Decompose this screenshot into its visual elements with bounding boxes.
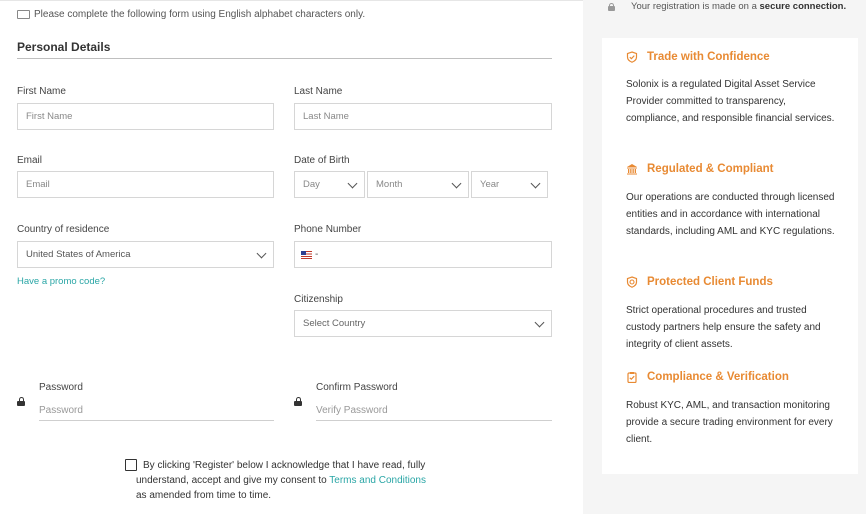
consent-line-2: understand, accept and give my consent t… bbox=[136, 475, 330, 486]
country-value: United States of America bbox=[26, 249, 131, 260]
country-code-dropdown[interactable]: - bbox=[315, 249, 318, 260]
confirm-password-placeholder: Verify Password bbox=[316, 405, 388, 416]
clipboard-check-icon bbox=[627, 372, 637, 383]
chevron-down-icon bbox=[256, 248, 267, 258]
feature-title-regulated: Regulated & Compliant bbox=[627, 163, 774, 175]
section-divider bbox=[17, 58, 552, 59]
shield-check-icon bbox=[626, 51, 638, 63]
feature-title-protected: Protected Client Funds bbox=[626, 276, 773, 288]
first-name-placeholder: First Name bbox=[26, 111, 73, 122]
password-placeholder: Password bbox=[39, 405, 83, 416]
citizenship-select[interactable]: Select Country bbox=[294, 310, 552, 337]
feature-desc: Robust KYC, AML, and transaction monitor… bbox=[626, 400, 833, 445]
notice-text: Please complete the following form using… bbox=[34, 9, 366, 20]
phone-label: Phone Number bbox=[294, 224, 362, 235]
chevron-down-icon bbox=[530, 178, 541, 188]
secure-bold: secure connection. bbox=[759, 1, 847, 12]
consent-line-1: By clicking 'Register' below I acknowled… bbox=[143, 460, 426, 471]
notice: Please complete the following form using… bbox=[17, 9, 365, 20]
feature-title-text: Regulated & Compliant bbox=[647, 163, 774, 175]
email-input[interactable]: Email bbox=[17, 171, 274, 198]
dob-month-value: Month bbox=[376, 179, 403, 190]
chevron-down-icon bbox=[534, 317, 545, 327]
section-title: Personal Details bbox=[17, 40, 111, 54]
shield-coin-icon bbox=[626, 276, 638, 288]
keyboard-icon bbox=[17, 10, 30, 19]
first-name-input[interactable]: First Name bbox=[17, 103, 274, 130]
lock-icon bbox=[294, 397, 302, 406]
email-label: Email bbox=[17, 155, 43, 166]
dob-year-value: Year bbox=[480, 179, 500, 190]
confirm-password-input[interactable]: Verify Password bbox=[316, 401, 552, 421]
country-select[interactable]: United States of America bbox=[17, 241, 274, 268]
feature-title-text: Trade with Confidence bbox=[647, 51, 770, 63]
chevron-down-icon bbox=[347, 178, 358, 188]
bank-icon bbox=[627, 164, 637, 175]
password-input[interactable]: Password bbox=[39, 401, 274, 421]
confirm-password-label: Confirm Password bbox=[316, 382, 398, 393]
phone-input[interactable]: - bbox=[294, 241, 552, 268]
lock-icon bbox=[17, 397, 25, 406]
dob-month-select[interactable]: Month bbox=[367, 171, 469, 198]
last-name-label: Last Name bbox=[294, 86, 343, 97]
last-name-placeholder: Last Name bbox=[303, 111, 349, 122]
promo-code-link[interactable]: Have a promo code? bbox=[17, 276, 105, 287]
feature-title-confidence: Trade with Confidence bbox=[626, 51, 770, 63]
dob-year-select[interactable]: Year bbox=[471, 171, 548, 198]
feature-title-text: Protected Client Funds bbox=[647, 276, 773, 288]
feature-title-text: Compliance & Verification bbox=[647, 371, 789, 383]
consent-text: By clicking 'Register' below I acknowled… bbox=[136, 458, 466, 503]
lock-icon bbox=[608, 2, 615, 11]
secure-prefix: Your registration is made on a bbox=[631, 1, 757, 12]
feature-desc: Solonix is a regulated Digital Asset Ser… bbox=[626, 79, 835, 124]
first-name-label: First Name bbox=[17, 86, 66, 97]
secure-connection-notice: Your registration is made on a secure co… bbox=[608, 1, 846, 12]
top-divider bbox=[0, 0, 583, 1]
chevron-down-icon bbox=[451, 178, 462, 188]
terms-link[interactable]: Terms and Conditions bbox=[329, 475, 426, 486]
dob-day-value: Day bbox=[303, 179, 320, 190]
consent-line-3: as amended from time to time. bbox=[136, 490, 272, 501]
password-label: Password bbox=[39, 382, 83, 393]
feature-desc: Our operations are conducted through lic… bbox=[626, 192, 835, 237]
us-flag-icon[interactable] bbox=[301, 250, 312, 259]
feature-desc: Strict operational procedures and truste… bbox=[626, 305, 821, 350]
citizenship-label: Citizenship bbox=[294, 294, 343, 305]
dob-day-select[interactable]: Day bbox=[294, 171, 365, 198]
feature-title-compliance: Compliance & Verification bbox=[627, 371, 789, 383]
email-placeholder: Email bbox=[26, 179, 50, 190]
dob-label: Date of Birth bbox=[294, 155, 350, 166]
citizenship-value: Select Country bbox=[303, 318, 366, 329]
country-label: Country of residence bbox=[17, 224, 110, 235]
last-name-input[interactable]: Last Name bbox=[294, 103, 552, 130]
